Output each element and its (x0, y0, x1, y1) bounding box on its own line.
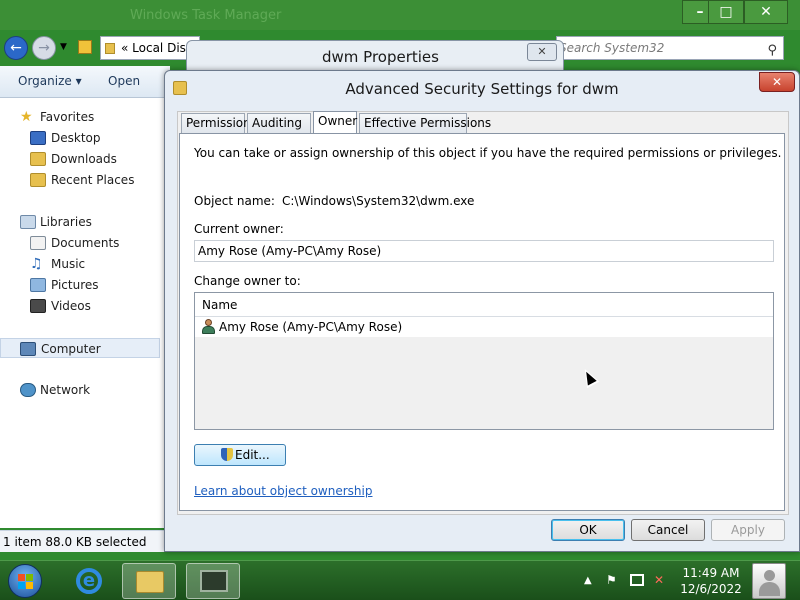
nav-downloads[interactable]: Downloads (0, 149, 160, 169)
up-folder-icon[interactable] (78, 40, 92, 54)
advanced-security-dialog: Advanced Security Settings for dwm ✕ Per… (164, 70, 800, 552)
taskbar-explorer[interactable] (122, 563, 176, 599)
volume-muted-icon[interactable]: ✕ (654, 573, 664, 587)
nav-desktop-label: Desktop (51, 131, 101, 145)
nav-pictures-label: Pictures (51, 278, 99, 292)
change-owner-label: Change owner to: (194, 274, 301, 288)
forward-button[interactable]: → (32, 36, 56, 60)
close-button[interactable]: ✕ (744, 0, 788, 24)
nav-libraries[interactable]: Libraries (0, 212, 160, 232)
ok-button[interactable]: OK (551, 519, 625, 541)
properties-title: dwm Properties (322, 48, 439, 66)
list-item[interactable]: Amy Rose (Amy-PC\Amy Rose) (195, 317, 773, 337)
explorer-ghost-title: Windows Task Manager (130, 8, 282, 23)
tab-owner[interactable]: Owner (313, 111, 357, 133)
nav-music[interactable]: ♫ Music (0, 254, 160, 274)
nav-downloads-label: Downloads (51, 152, 117, 166)
network-tray-icon[interactable] (630, 574, 644, 586)
search-input[interactable]: Search System32 ⚲ (556, 36, 784, 60)
nav-computer-label: Computer (41, 342, 101, 356)
dialog-close-button[interactable]: ✕ (759, 72, 795, 92)
search-placeholder: Search System32 (559, 41, 665, 55)
cancel-button[interactable]: Cancel (631, 519, 705, 541)
intro-text: You can take or assign ownership of this… (194, 146, 782, 160)
back-button[interactable]: ← (4, 36, 28, 60)
computer-icon (20, 342, 36, 356)
learn-ownership-link[interactable]: Learn about object ownership (194, 484, 372, 498)
nav-recent-places-label: Recent Places (51, 173, 135, 187)
tab-effective-permissions[interactable]: Effective Permissions (359, 113, 491, 133)
folder-icon (105, 43, 115, 54)
organize-button[interactable]: Organize ▾ (18, 74, 82, 88)
list-header[interactable]: Name (195, 293, 773, 317)
navigation-pane: ★ Favorites Desktop Downloads Recent Pla… (0, 98, 165, 528)
taskbar: e ▲ ⚑ ✕ 11:49 AM 12/6/2022 (0, 560, 800, 600)
uac-shield-icon (221, 448, 233, 462)
downloads-icon (30, 152, 46, 166)
user-icon (201, 319, 215, 335)
nav-libraries-label: Libraries (40, 215, 92, 229)
clock-time: 11:49 AM (682, 566, 740, 580)
nav-music-label: Music (51, 257, 86, 271)
windows-logo-icon (18, 574, 34, 590)
recent-pages-chevron-icon[interactable]: ▼ (60, 42, 67, 52)
folder-icon (136, 571, 164, 593)
nav-favorites-label: Favorites (40, 110, 95, 124)
list-item-label: Amy Rose (Amy-PC\Amy Rose) (219, 320, 403, 334)
current-owner-field[interactable]: Amy Rose (Amy-PC\Amy Rose) (194, 240, 774, 262)
properties-close-button[interactable]: ✕ (527, 43, 557, 61)
open-button[interactable]: Open (108, 74, 140, 88)
explorer-titlebar[interactable]: Windows Task Manager – □ ✕ (0, 0, 800, 30)
maximize-button[interactable]: □ (708, 0, 744, 24)
status-bar: 1 item 88.0 KB selected (0, 530, 165, 552)
clock-date: 12/6/2022 (680, 582, 742, 596)
favorites-star-icon: ★ (20, 109, 33, 125)
nav-network[interactable]: Network (0, 380, 160, 400)
nav-documents-label: Documents (51, 236, 120, 250)
taskbar-internet-explorer[interactable]: e (62, 563, 116, 599)
network-icon (20, 383, 36, 397)
documents-icon (30, 236, 46, 250)
address-crumb: « Local Disk (121, 41, 193, 55)
music-note-icon: ♫ (30, 256, 43, 272)
nav-computer[interactable]: Computer (0, 338, 160, 358)
search-icon[interactable]: ⚲ (767, 40, 777, 59)
column-name[interactable]: Name (202, 298, 237, 312)
library-icon (20, 215, 36, 229)
tab-permissions[interactable]: Permissions (181, 113, 257, 133)
dialog-titlebar[interactable]: Advanced Security Settings for dwm ✕ (165, 71, 799, 107)
object-name-label: Object name: (194, 194, 275, 208)
clock[interactable]: 11:49 AM 12/6/2022 (676, 565, 746, 597)
taskbar-task-manager[interactable] (186, 563, 240, 599)
current-owner-label: Current owner: (194, 222, 284, 236)
task-manager-icon (200, 570, 228, 592)
dialog-title: Advanced Security Settings for dwm (345, 80, 619, 98)
explorer-toolbar: Organize ▾ Open (0, 66, 170, 98)
internet-explorer-icon: e (76, 568, 102, 594)
videos-icon (30, 299, 46, 313)
nav-recent-places[interactable]: Recent Places (0, 170, 160, 190)
user-avatar[interactable] (752, 563, 786, 599)
tab-auditing[interactable]: Auditing (247, 113, 311, 133)
action-center-flag-icon[interactable]: ⚑ (606, 573, 617, 587)
nav-videos-label: Videos (51, 299, 91, 313)
pictures-icon (30, 278, 46, 292)
recent-places-icon (30, 173, 46, 187)
edit-button[interactable]: Edit... (194, 444, 286, 466)
start-button[interactable] (8, 564, 42, 598)
edit-button-label: Edit... (235, 448, 270, 462)
nav-network-label: Network (40, 383, 91, 397)
owner-tab-panel: You can take or assign ownership of this… (179, 133, 785, 511)
apply-button[interactable]: Apply (711, 519, 785, 541)
desktop-icon (30, 131, 46, 145)
nav-favorites[interactable]: ★ Favorites (0, 107, 160, 127)
nav-videos[interactable]: Videos (0, 296, 160, 316)
owner-list[interactable]: Name Amy Rose (Amy-PC\Amy Rose) (194, 292, 774, 430)
nav-desktop[interactable]: Desktop (0, 128, 160, 148)
nav-documents[interactable]: Documents (0, 233, 160, 253)
object-name-value: C:\Windows\System32\dwm.exe (282, 194, 475, 208)
address-input[interactable]: « Local Disk (100, 36, 200, 60)
nav-pictures[interactable]: Pictures (0, 275, 160, 295)
show-hidden-icons-button[interactable]: ▲ (584, 575, 592, 586)
